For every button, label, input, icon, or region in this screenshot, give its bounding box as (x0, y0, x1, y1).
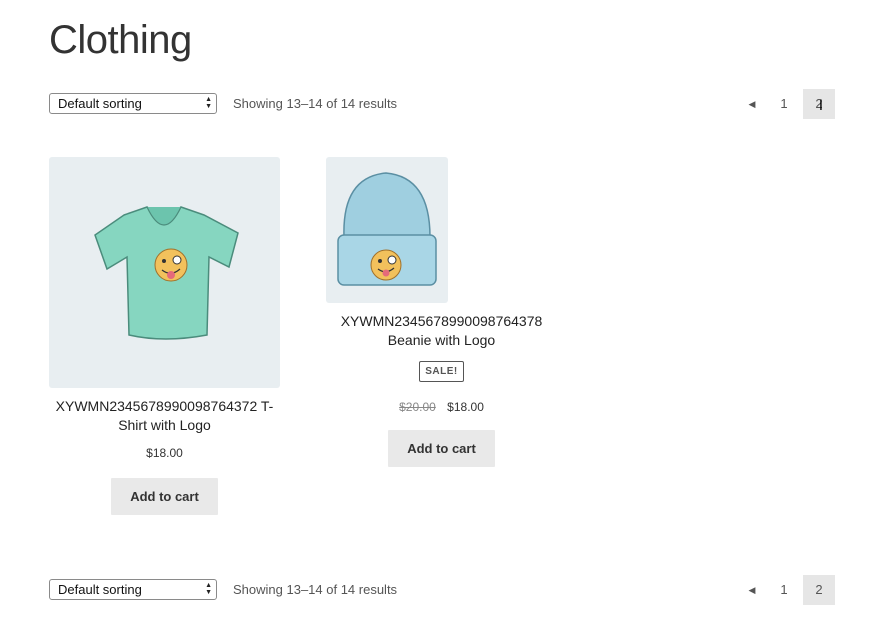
beanie-image (337, 172, 437, 286)
sale-badge: SALE! (419, 361, 464, 382)
text-cursor-icon: I (818, 98, 823, 114)
sort-select-label: Default sorting (58, 582, 142, 597)
pagination: ◀ 1 2 I (735, 89, 835, 119)
product-title[interactable]: XYWMN2345678990098764372 T-Shirt with Lo… (49, 397, 280, 435)
tshirt-image (94, 206, 239, 340)
product-card: XYWMN2345678990098764378 Beanie with Log… (326, 157, 557, 467)
current-price: $18.00 (447, 400, 484, 414)
product-price: $18.00 (49, 446, 280, 460)
page-2-current: 2 (803, 575, 835, 605)
current-price: $18.00 (146, 446, 183, 460)
product-card: XYWMN2345678990098764372 T-Shirt with Lo… (49, 157, 280, 515)
sort-select-label: Default sorting (58, 96, 142, 111)
page-1-link[interactable]: 1 (768, 575, 800, 605)
select-arrows-icon: ▲ ▼ (205, 582, 212, 596)
page-title: Clothing (49, 18, 192, 62)
pagination: ◀ 1 2 (735, 575, 835, 605)
select-arrows-icon: ▲ ▼ (205, 96, 212, 110)
product-title[interactable]: XYWMN2345678990098764378 Beanie with Log… (326, 312, 557, 350)
add-to-cart-button[interactable]: Add to cart (111, 478, 218, 515)
sort-select[interactable]: Default sorting ▲ ▼ (49, 93, 217, 114)
prev-page-icon[interactable]: ◀ (736, 89, 768, 119)
page-1-link[interactable]: 1 (768, 89, 800, 119)
old-price: $20.00 (399, 400, 436, 414)
sort-select[interactable]: Default sorting ▲ ▼ (49, 579, 217, 600)
product-image[interactable] (326, 157, 448, 303)
product-image[interactable] (49, 157, 280, 388)
toolbar-bottom: Default sorting ▲ ▼ Showing 13–14 of 14 r… (49, 575, 835, 605)
result-count: Showing 13–14 of 14 results (233, 582, 398, 597)
product-price: $20.00 $18.00 (326, 400, 557, 414)
result-count: Showing 13–14 of 14 results (233, 96, 398, 111)
add-to-cart-button[interactable]: Add to cart (388, 430, 495, 467)
toolbar-top: Default sorting ▲ ▼ Showing 13–14 of 14 r… (49, 89, 835, 119)
prev-page-icon[interactable]: ◀ (736, 575, 768, 605)
